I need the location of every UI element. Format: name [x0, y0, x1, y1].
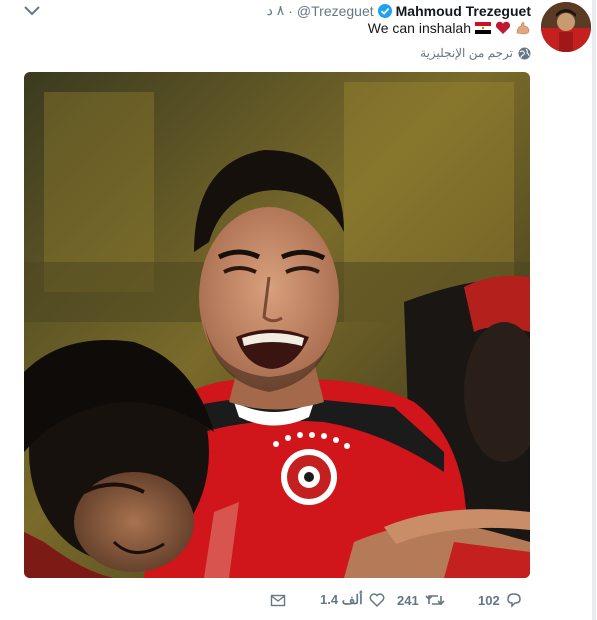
- retweet-button[interactable]: 241: [397, 592, 445, 608]
- translate-tweet-link[interactable]: ترجم من الإنجليزية: [420, 46, 531, 60]
- envelope-icon: [270, 594, 286, 607]
- tweet-timestamp[interactable]: ٨ د: [267, 2, 285, 19]
- like-count: 1.4 ألف: [320, 592, 363, 607]
- tweet-actions: 102 241 1.4 ألف: [0, 592, 597, 616]
- tweet-card: Mahmoud Trezeguet @Trezeguet · ٨ د We ca…: [0, 0, 597, 620]
- retweet-count: 241: [397, 592, 419, 608]
- egypt-flag-icon: [475, 22, 491, 34]
- verified-badge-icon: [377, 3, 392, 18]
- more-options-button[interactable]: [22, 4, 42, 18]
- tweet-text-content: We can inshalah: [367, 20, 471, 36]
- author-name[interactable]: Mahmoud Trezeguet: [396, 3, 531, 19]
- tweet-text: We can inshalah: [368, 20, 531, 36]
- flexed-biceps-icon: [516, 22, 530, 35]
- author-handle[interactable]: @Trezeguet: [297, 3, 374, 19]
- reply-button[interactable]: 102: [478, 592, 522, 608]
- chevron-down-icon: [24, 6, 40, 16]
- retweet-icon: [425, 595, 445, 606]
- reply-icon: [506, 593, 521, 608]
- tweet-header: Mahmoud Trezeguet @Trezeguet · ٨ د: [267, 2, 531, 19]
- tweet-photo[interactable]: [24, 72, 530, 578]
- like-button[interactable]: 1.4 ألف: [320, 592, 385, 608]
- translate-label: ترجم من الإنجليزية: [420, 46, 513, 60]
- tweet-photo-image: [24, 72, 530, 578]
- avatar-image: [541, 2, 591, 52]
- separator-dot: ·: [288, 2, 293, 19]
- reply-count: 102: [478, 592, 500, 608]
- direct-message-button[interactable]: [270, 592, 286, 608]
- heart-icon: [369, 593, 385, 608]
- timeline-divider: [592, 0, 596, 620]
- globe-icon: [518, 47, 531, 59]
- red-heart-icon: [495, 21, 511, 34]
- avatar[interactable]: [541, 2, 591, 52]
